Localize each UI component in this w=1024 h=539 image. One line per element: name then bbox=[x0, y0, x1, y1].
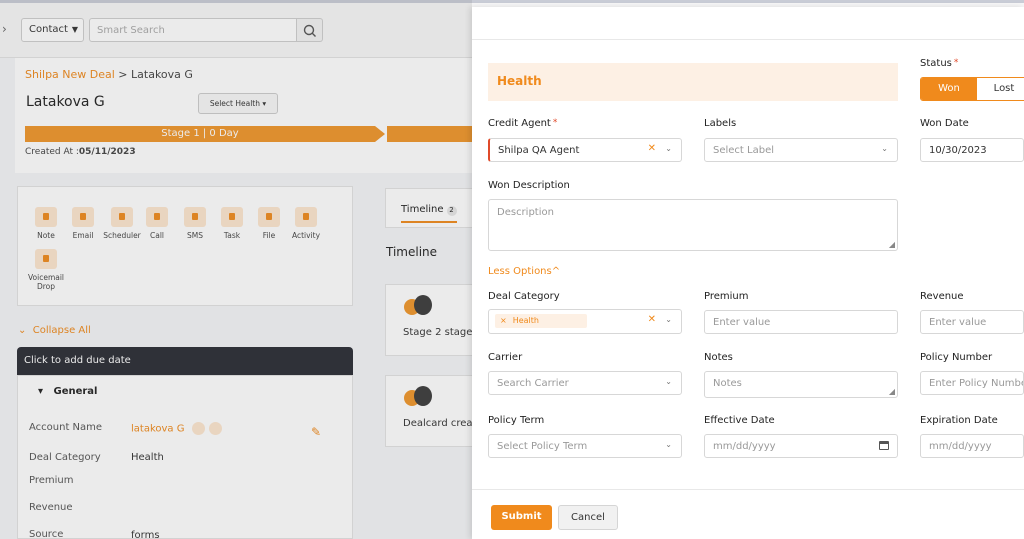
drawer-header bbox=[472, 7, 1024, 40]
calendar-icon[interactable] bbox=[879, 441, 889, 450]
revenue-placeholder: Enter value bbox=[929, 317, 987, 328]
credit-agent-label: Credit Agent * bbox=[488, 118, 557, 129]
carrier-label: Carrier bbox=[488, 352, 523, 363]
health-banner: Health bbox=[488, 63, 898, 101]
less-options-toggle[interactable]: Less Options^ bbox=[488, 266, 560, 277]
policy-number-label: Policy Number bbox=[920, 352, 993, 363]
effective-date-placeholder: mm/dd/yyyy bbox=[713, 441, 776, 452]
status-label: Status * bbox=[920, 58, 958, 69]
carrier-select[interactable]: Search Carrier ⌄ bbox=[488, 371, 682, 395]
credit-agent-value: Shilpa QA Agent bbox=[498, 145, 580, 156]
submit-button[interactable]: Submit bbox=[491, 505, 552, 530]
chevron-down-icon: ⌄ bbox=[665, 377, 672, 386]
required-marker: * bbox=[953, 58, 959, 68]
chevron-down-icon: ⌄ bbox=[665, 144, 672, 153]
policy-term-placeholder: Select Policy Term bbox=[497, 441, 588, 452]
expiration-date-input[interactable]: mm/dd/yyyy bbox=[920, 434, 1024, 458]
won-deal-drawer: Health Status * Won Lost Credit Agent * Sh… bbox=[472, 7, 1024, 539]
won-date-input[interactable]: 10/30/2023 bbox=[920, 138, 1024, 162]
effective-date-label: Effective Date bbox=[704, 415, 775, 426]
modal-backdrop[interactable] bbox=[0, 0, 472, 539]
expiration-date-label: Expiration Date bbox=[920, 415, 998, 426]
chevron-down-icon: ⌄ bbox=[881, 144, 888, 153]
labels-placeholder: Select Label bbox=[713, 145, 775, 156]
premium-placeholder: Enter value bbox=[713, 317, 771, 328]
policy-number-placeholder: Enter Policy Number bbox=[929, 378, 1024, 389]
revenue-input[interactable]: Enter value bbox=[920, 310, 1024, 334]
revenue-label: Revenue bbox=[920, 291, 964, 302]
premium-input[interactable]: Enter value bbox=[704, 310, 898, 334]
effective-date-input[interactable]: mm/dd/yyyy bbox=[704, 434, 898, 458]
chevron-up-icon: ^ bbox=[551, 266, 561, 277]
status-toggle: Won Lost bbox=[920, 77, 1024, 101]
required-marker: * bbox=[552, 118, 558, 128]
notes-label: Notes bbox=[704, 352, 733, 363]
labels-label: Labels bbox=[704, 118, 737, 129]
won-description-label: Won Description bbox=[488, 180, 570, 191]
policy-term-select[interactable]: Select Policy Term ⌄ bbox=[488, 434, 682, 458]
policy-number-input[interactable]: Enter Policy Number bbox=[920, 371, 1024, 395]
deal-category-tag: × Health bbox=[495, 314, 587, 328]
drawer-footer: Submit Cancel bbox=[472, 489, 1024, 539]
cancel-button[interactable]: Cancel bbox=[558, 505, 618, 530]
expiration-date-placeholder: mm/dd/yyyy bbox=[929, 441, 992, 452]
deal-category-tag-label: Health bbox=[512, 316, 539, 325]
status-label-text: Status bbox=[920, 58, 952, 69]
clear-icon[interactable]: ✕ bbox=[648, 143, 656, 154]
resize-handle-icon[interactable]: ◢ bbox=[889, 387, 895, 396]
credit-agent-label-text: Credit Agent bbox=[488, 118, 551, 129]
clear-icon[interactable]: ✕ bbox=[648, 314, 656, 325]
won-description-placeholder: Description bbox=[497, 207, 554, 218]
remove-tag-icon[interactable]: × bbox=[500, 316, 507, 325]
chevron-down-icon: ⌄ bbox=[665, 440, 672, 449]
policy-term-label: Policy Term bbox=[488, 415, 545, 426]
deal-category-label: Deal Category bbox=[488, 291, 560, 302]
notes-placeholder: Notes bbox=[713, 378, 742, 389]
chevron-down-icon: ⌄ bbox=[665, 315, 672, 324]
won-date-label: Won Date bbox=[920, 118, 969, 129]
won-date-value: 10/30/2023 bbox=[929, 145, 987, 156]
notes-textarea[interactable]: Notes ◢ bbox=[704, 371, 898, 398]
less-options-label: Less Options bbox=[488, 266, 552, 277]
labels-select[interactable]: Select Label ⌄ bbox=[704, 138, 898, 162]
deal-category-select[interactable]: × Health ✕ ⌄ bbox=[488, 309, 682, 334]
credit-agent-select[interactable]: Shilpa QA Agent ✕ ⌄ bbox=[488, 138, 682, 162]
premium-label: Premium bbox=[704, 291, 749, 302]
resize-handle-icon[interactable]: ◢ bbox=[889, 240, 895, 249]
won-description-textarea[interactable]: Description ◢ bbox=[488, 199, 898, 251]
status-lost-button[interactable]: Lost bbox=[977, 78, 1024, 100]
carrier-placeholder: Search Carrier bbox=[497, 378, 569, 389]
status-won-button[interactable]: Won bbox=[921, 78, 977, 100]
